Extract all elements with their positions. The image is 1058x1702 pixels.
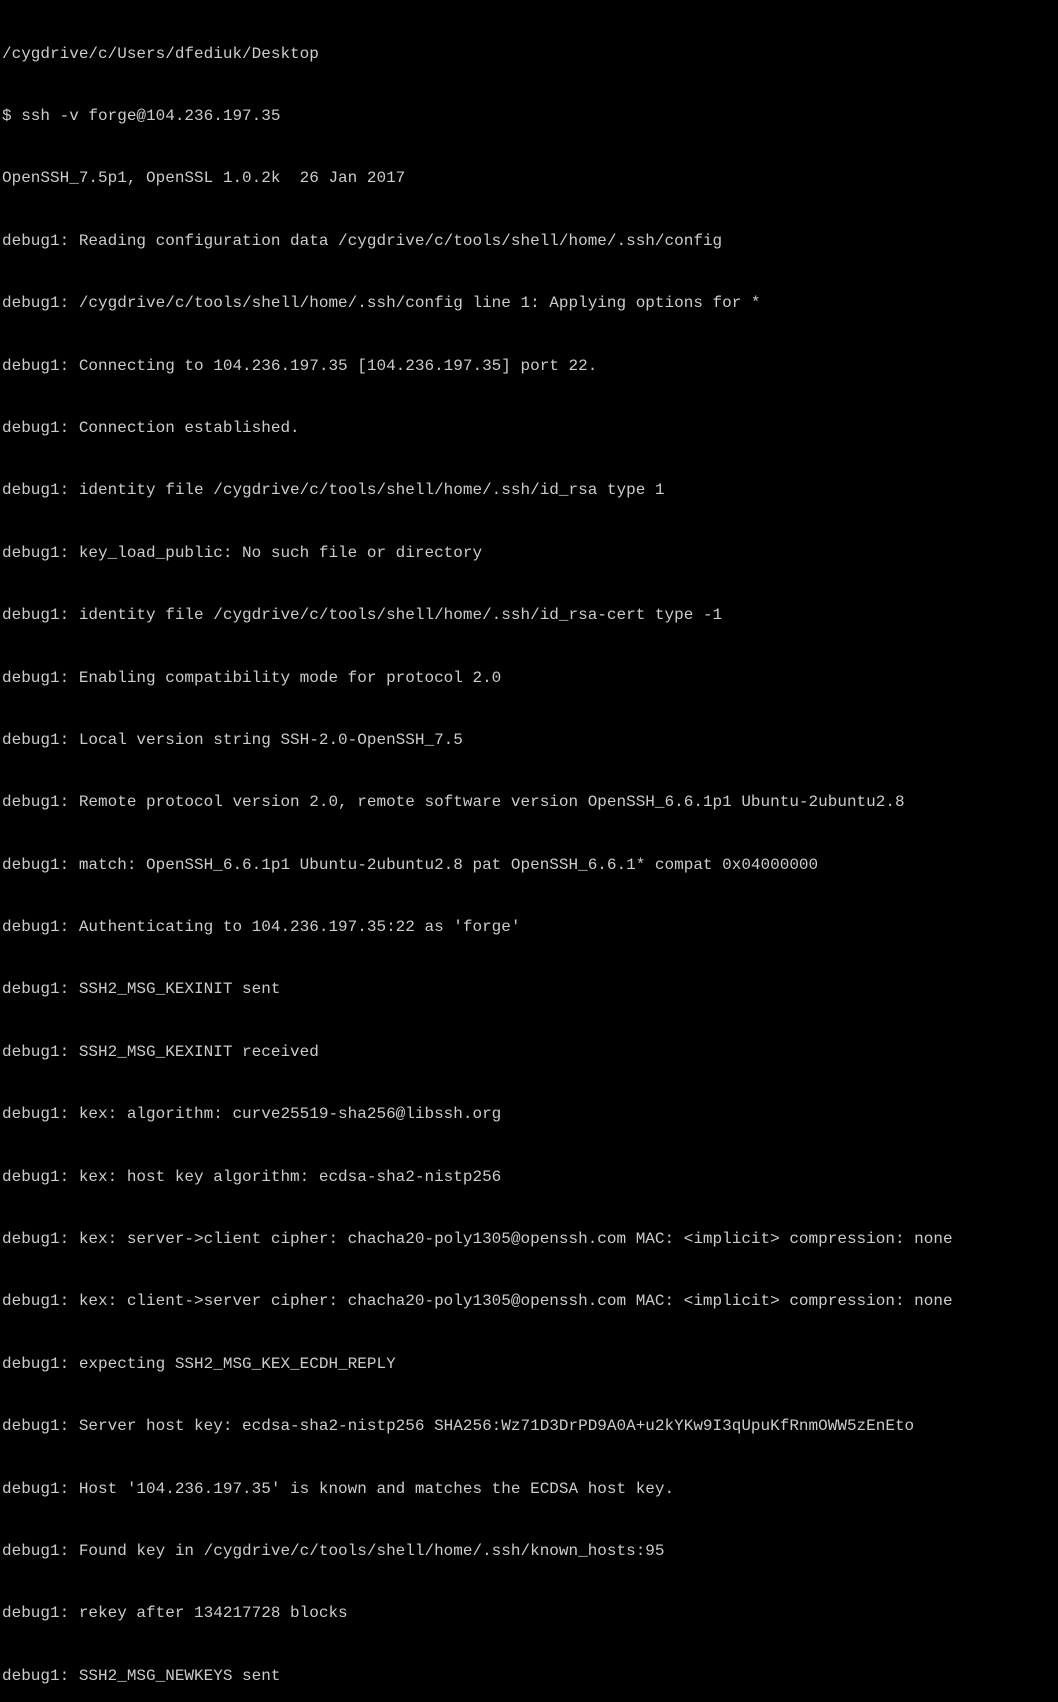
output-line: debug1: rekey after 134217728 blocks: [2, 1603, 1056, 1624]
output-line: debug1: kex: host key algorithm: ecdsa-s…: [2, 1167, 1056, 1188]
output-line: debug1: /cygdrive/c/tools/shell/home/.ss…: [2, 293, 1056, 314]
terminal-output: /cygdrive/c/Users/dfediuk/Desktop $ ssh …: [2, 2, 1056, 1702]
output-line: debug1: identity file /cygdrive/c/tools/…: [2, 605, 1056, 626]
output-line: debug1: SSH2_MSG_NEWKEYS sent: [2, 1666, 1056, 1687]
output-line: debug1: identity file /cygdrive/c/tools/…: [2, 480, 1056, 501]
output-line: debug1: Remote protocol version 2.0, rem…: [2, 792, 1056, 813]
output-line: debug1: Enabling compatibility mode for …: [2, 668, 1056, 689]
output-line: debug1: match: OpenSSH_6.6.1p1 Ubuntu-2u…: [2, 855, 1056, 876]
output-line: debug1: Found key in /cygdrive/c/tools/s…: [2, 1541, 1056, 1562]
output-line: OpenSSH_7.5p1, OpenSSL 1.0.2k 26 Jan 201…: [2, 168, 1056, 189]
output-line: debug1: SSH2_MSG_KEXINIT sent: [2, 979, 1056, 1000]
output-line: debug1: Reading configuration data /cygd…: [2, 231, 1056, 252]
output-line: debug1: Server host key: ecdsa-sha2-nist…: [2, 1416, 1056, 1437]
output-line: debug1: kex: server->client cipher: chac…: [2, 1229, 1056, 1250]
output-line: debug1: kex: algorithm: curve25519-sha25…: [2, 1104, 1056, 1125]
output-line: debug1: expecting SSH2_MSG_KEX_ECDH_REPL…: [2, 1354, 1056, 1375]
output-line: debug1: kex: client->server cipher: chac…: [2, 1291, 1056, 1312]
output-line: debug1: SSH2_MSG_KEXINIT received: [2, 1042, 1056, 1063]
output-line: debug1: Host '104.236.197.35' is known a…: [2, 1479, 1056, 1500]
output-line: debug1: Connecting to 104.236.197.35 [10…: [2, 356, 1056, 377]
cwd: /cygdrive/c/Users/dfediuk/Desktop: [2, 44, 1056, 65]
output-line: debug1: Connection established.: [2, 418, 1056, 439]
output-line: debug1: key_load_public: No such file or…: [2, 543, 1056, 564]
prompt-command: $ ssh -v forge@104.236.197.35: [2, 106, 1056, 127]
output-line: debug1: Local version string SSH-2.0-Ope…: [2, 730, 1056, 751]
output-line: debug1: Authenticating to 104.236.197.35…: [2, 917, 1056, 938]
